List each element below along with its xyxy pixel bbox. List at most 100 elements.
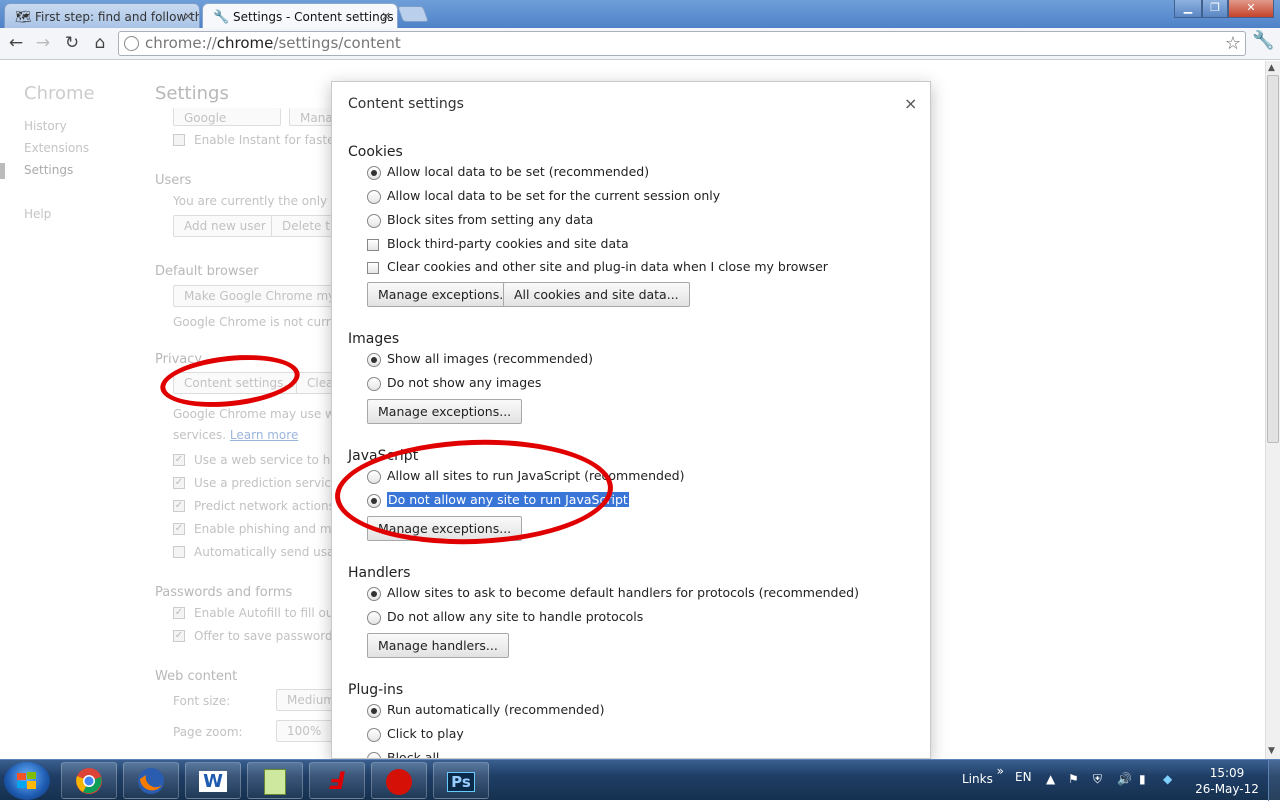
passwords-heading: Passwords and forms (155, 585, 293, 600)
close-icon[interactable]: × (904, 94, 917, 113)
plugins-option-click-to-play[interactable]: Click to play (367, 726, 464, 744)
images-option-show[interactable]: Show all images (recommended) (367, 351, 593, 369)
images-manage-exceptions-button[interactable]: Manage exceptions... (367, 399, 523, 424)
privacy-checkbox[interactable] (173, 546, 185, 558)
password-checkbox[interactable]: ✓ (173, 630, 185, 642)
system-clock[interactable]: 15:09 26-May-12 (1192, 765, 1262, 797)
privacy-checkbox[interactable]: ✓ (173, 523, 185, 535)
title-bar: 🗺 First step: find and follow th × 🔧 Set… (0, 0, 1280, 29)
security-icon[interactable]: ⛨ (1093, 772, 1102, 787)
radio[interactable] (367, 376, 381, 391)
close-window-button[interactable]: ✕ (1228, 0, 1274, 18)
instant-checkbox[interactable] (173, 134, 185, 146)
plugins-option-block-all[interactable]: Block all (367, 750, 439, 758)
checkbox[interactable] (367, 238, 379, 251)
clear-browsing-button[interactable]: Clea (296, 372, 333, 394)
radio[interactable] (367, 189, 381, 204)
images-heading: Images (348, 331, 400, 347)
tab-settings[interactable]: 🔧 Settings - Content settings × (202, 3, 398, 29)
wrench-menu-icon[interactable]: 🔧 (1252, 30, 1274, 51)
reload-icon[interactable]: ↻ (61, 32, 83, 54)
images-option-hide[interactable]: Do not show any images (367, 375, 541, 393)
manage-search-button[interactable]: Mana (289, 108, 333, 126)
word-icon[interactable]: W (185, 762, 241, 799)
clock-time: 15:09 (1209, 766, 1245, 780)
chrome-brand: Chrome (24, 83, 95, 104)
lastfm-icon[interactable] (371, 762, 427, 799)
sidebar-item-extensions[interactable]: Extensions (24, 141, 89, 155)
font-size-select[interactable]: Medium (276, 689, 335, 711)
all-cookies-button[interactable]: All cookies and site data... (503, 282, 690, 307)
bookmark-star-icon[interactable]: ☆ (1225, 32, 1241, 55)
tab-close-icon[interactable]: × (183, 9, 193, 23)
content-settings-dialog: Content settings × Cookies Allow local d… (331, 81, 931, 759)
new-tab-button[interactable] (397, 6, 429, 22)
make-default-button[interactable]: Make Google Chrome my d (173, 285, 347, 307)
radio[interactable] (367, 610, 381, 625)
manage-handlers-button[interactable]: Manage handlers... (367, 633, 509, 658)
tab-first-step[interactable]: 🗺 First step: find and follow th × (4, 3, 200, 29)
page-scrollbar[interactable]: ▲ ▼ (1265, 61, 1280, 759)
page-zoom-select[interactable]: 100% (276, 720, 333, 742)
url-scheme: chrome:// (145, 34, 217, 52)
scroll-down-icon[interactable]: ▼ (1268, 746, 1275, 756)
scroll-up-icon[interactable]: ▲ (1268, 63, 1275, 73)
tab-close-icon[interactable]: × (381, 9, 391, 23)
cookies-option-session[interactable]: Allow local data to be set for the curre… (367, 188, 720, 206)
handlers-option-block[interactable]: Do not allow any site to handle protocol… (367, 609, 643, 627)
address-bar[interactable]: chrome://chrome/settings/content ☆ (118, 31, 1246, 56)
wrench-icon: 🔧 (213, 10, 230, 25)
radio-selected[interactable] (367, 586, 381, 601)
cookies-option-block[interactable]: Block sites from setting any data (367, 212, 593, 230)
cookies-check-clear-on-close[interactable]: Clear cookies and other site and plug-in… (367, 259, 828, 277)
language-indicator[interactable]: EN (1015, 770, 1032, 784)
network-icon[interactable]: ▮ (1139, 772, 1146, 786)
app-red-icon[interactable]: Ⅎ (309, 762, 365, 799)
privacy-checkbox[interactable]: ✓ (173, 500, 185, 512)
radio-selected[interactable] (367, 352, 381, 367)
cookies-option-allow[interactable]: Allow local data to be set (recommended) (367, 164, 649, 182)
scroll-thumb[interactable] (1267, 75, 1279, 443)
start-button[interactable] (4, 762, 50, 800)
photoshop-icon[interactable]: Ps (433, 762, 489, 799)
show-hidden-icons[interactable]: ▲ (1046, 772, 1055, 786)
clock-date: 26-May-12 (1195, 782, 1259, 796)
links-toolbar[interactable]: Links » (962, 764, 1004, 786)
show-desktop-button[interactable] (1268, 760, 1280, 801)
sidebar-item-settings[interactable]: Settings (24, 163, 73, 177)
add-user-button[interactable]: Add new user (173, 215, 277, 237)
not-default-text: Google Chrome is not current (173, 315, 351, 329)
radio[interactable] (367, 727, 381, 742)
maximize-button[interactable]: ❐ (1202, 0, 1228, 18)
radio-selected[interactable] (367, 165, 381, 180)
checkbox[interactable] (367, 261, 379, 274)
cookies-manage-exceptions-button[interactable]: Manage exceptions... (367, 282, 523, 307)
privacy-checkbox[interactable]: ✓ (173, 454, 185, 466)
delete-user-button[interactable]: Delete thi (271, 215, 341, 237)
tab-label: Settings - Content settings (233, 10, 394, 24)
handlers-option-allow[interactable]: Allow sites to ask to become default han… (367, 585, 859, 603)
firefox-icon[interactable] (123, 762, 179, 799)
sidebar-item-help[interactable]: Help (24, 207, 51, 221)
radio-selected[interactable] (367, 703, 381, 718)
forward-arrow-icon[interactable]: → (32, 32, 54, 54)
learn-more-link[interactable]: Learn more (230, 428, 298, 442)
home-icon[interactable]: ⌂ (89, 32, 111, 54)
sidebar-item-history[interactable]: History (24, 119, 67, 133)
minimize-button[interactable]: ▁ (1174, 0, 1202, 18)
privacy-checkbox[interactable]: ✓ (173, 477, 185, 489)
back-arrow-icon[interactable]: ← (5, 32, 27, 54)
plugins-option-auto[interactable]: Run automatically (recommended) (367, 702, 605, 720)
password-checkbox[interactable]: ✓ (173, 607, 185, 619)
radio[interactable] (367, 751, 381, 758)
flag-icon[interactable]: ⚑ (1068, 772, 1079, 786)
windows-logo-icon (17, 772, 36, 789)
url-host: chrome (216, 34, 274, 52)
radio[interactable] (367, 213, 381, 228)
search-engine-select[interactable]: Google (173, 108, 281, 126)
volume-icon[interactable]: 🔊 (1117, 772, 1132, 786)
notepad-plus-icon[interactable] (247, 762, 303, 799)
cookies-check-third-party[interactable]: Block third-party cookies and site data (367, 236, 629, 254)
dropbox-icon[interactable]: ◆ (1163, 772, 1172, 786)
chrome-icon[interactable] (61, 762, 117, 799)
